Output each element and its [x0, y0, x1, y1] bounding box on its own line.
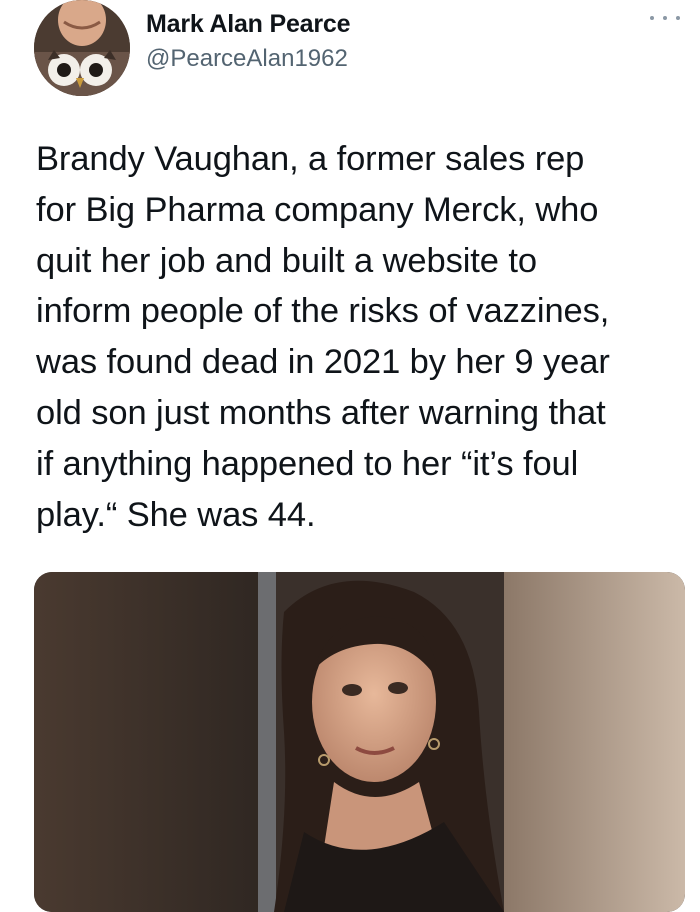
more-horizontal-icon: [663, 16, 667, 20]
tweet-media-photo[interactable]: [34, 572, 685, 912]
tweet-text: Brandy Vaughan, a former sales rep for B…: [36, 134, 686, 540]
more-horizontal-icon: [650, 16, 654, 20]
author-name[interactable]: Mark Alan Pearce: [146, 10, 351, 39]
author-handle[interactable]: @PearceAlan1962: [146, 45, 348, 73]
more-horizontal-icon: [676, 16, 680, 20]
tweet-text-line: play.“ She was 44.: [36, 495, 316, 534]
tweet-text-line: inform people of the risks of vazzines,: [36, 292, 610, 331]
more-options-button[interactable]: [650, 6, 680, 30]
tweet-text-line: if anything happened to her “it’s foul: [36, 444, 579, 483]
tweet-text-line: for Big Pharma company Merck, who: [36, 190, 599, 229]
author-avatar[interactable]: [34, 0, 130, 96]
tweet-text-line: was found dead in 2021 by her 9 year: [36, 343, 610, 382]
tweet-text-line: old son just months after warning that: [36, 393, 606, 432]
tweet-text-line: quit her job and built a website to: [36, 241, 537, 280]
tweet-text-line: Brandy Vaughan, a former sales rep: [36, 140, 585, 178]
photo-image: [34, 572, 685, 912]
avatar-image: [34, 0, 130, 96]
